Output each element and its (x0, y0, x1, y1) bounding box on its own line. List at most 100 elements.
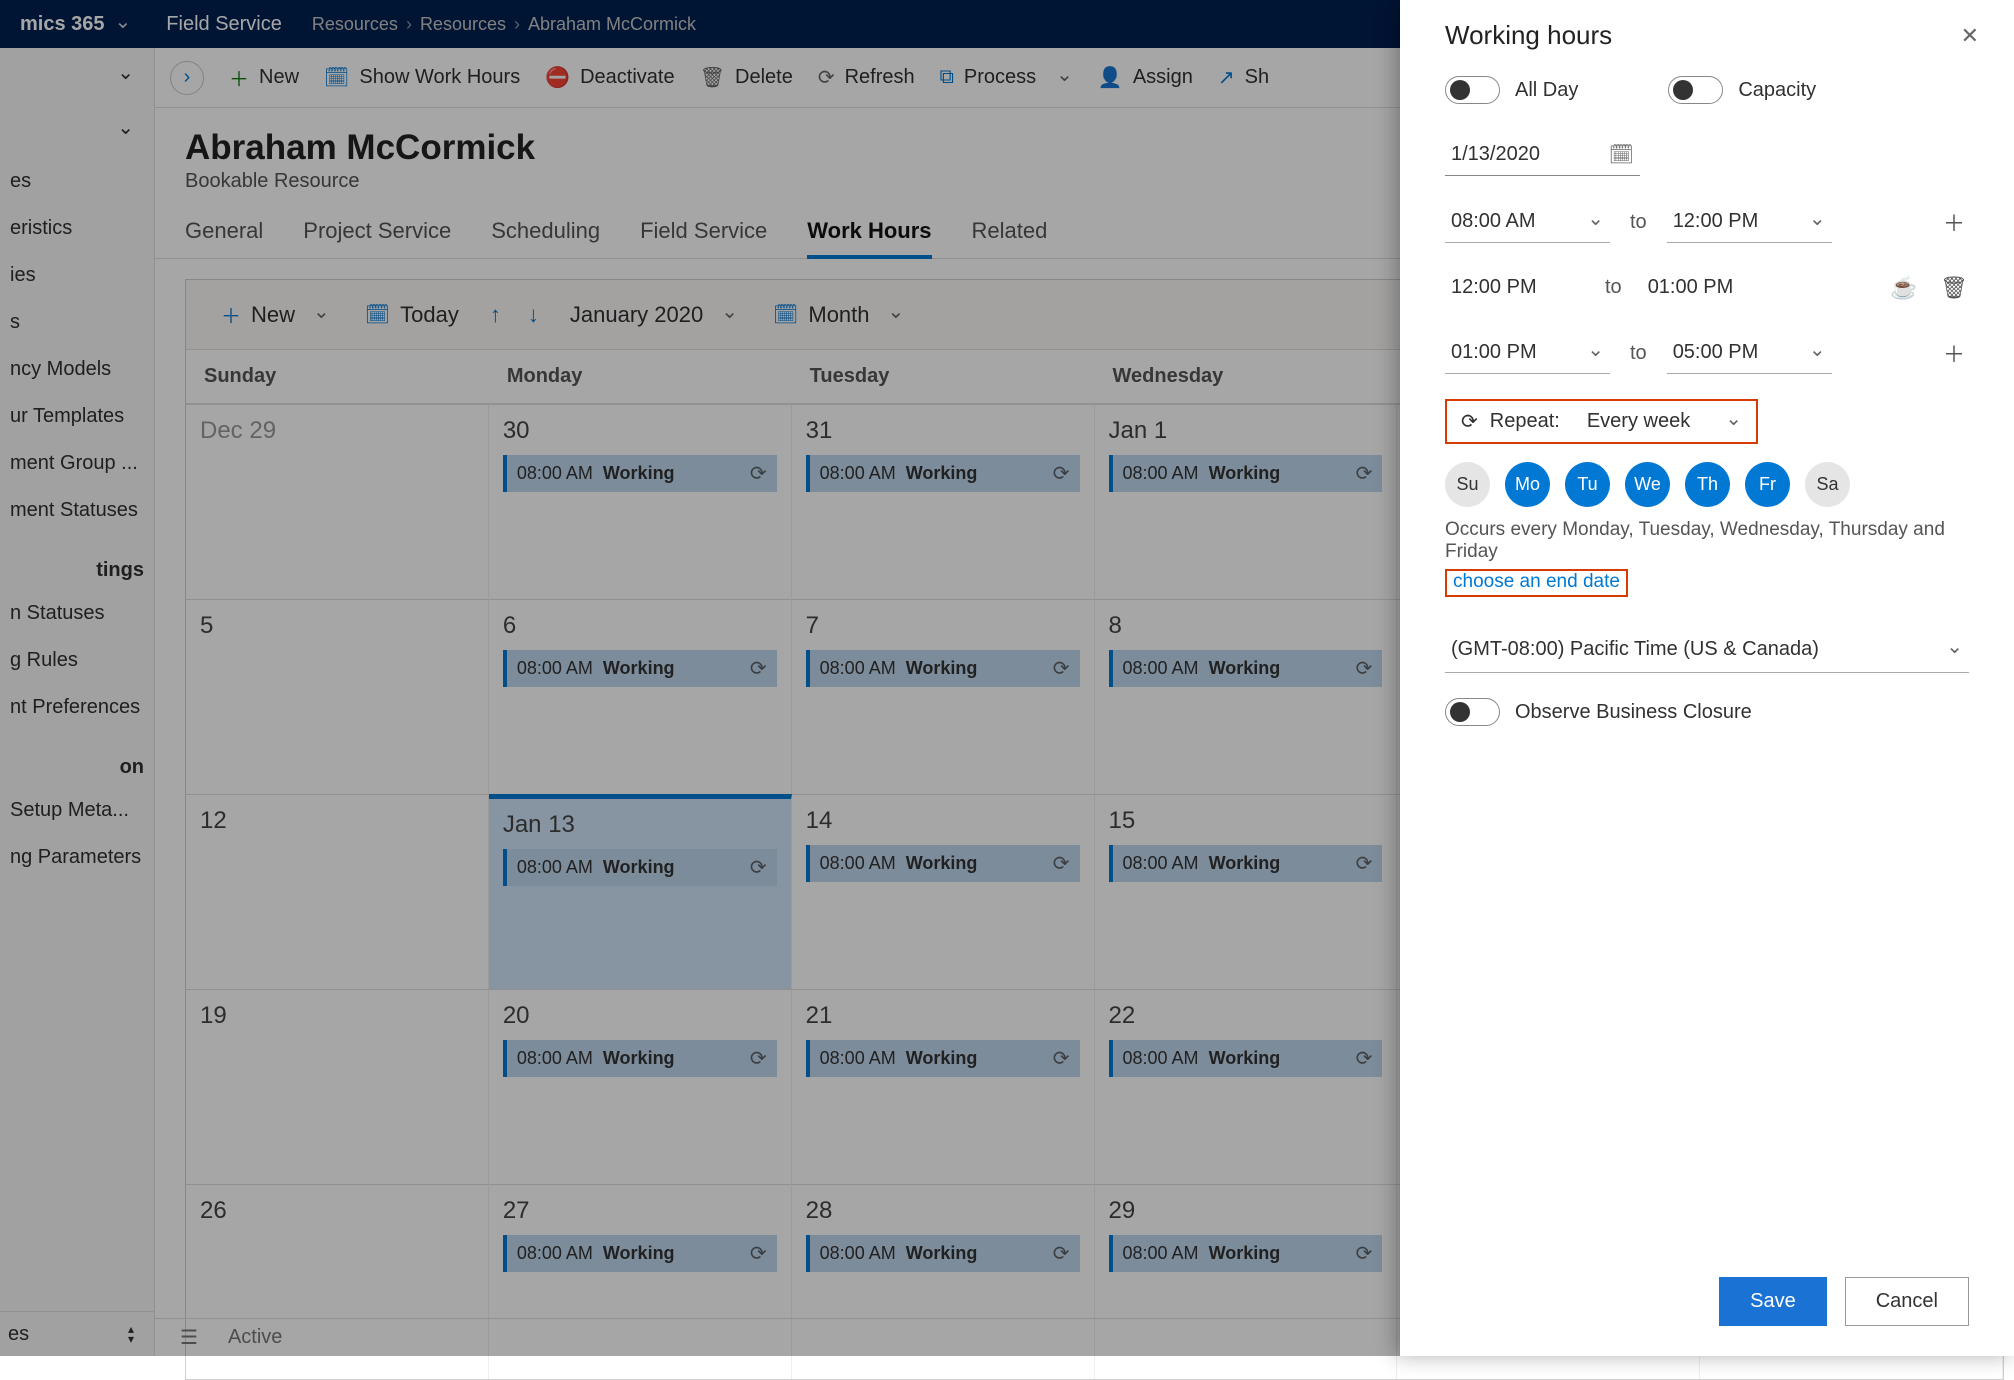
add-slot-button[interactable]: ＋ (1939, 206, 1969, 238)
sidebar-item[interactable]: n Statuses (0, 590, 154, 637)
tab-work-hours[interactable]: Work Hours (807, 218, 931, 258)
calendar-event[interactable]: 08:00 AMWorking⟳ (503, 849, 777, 886)
calendar-cell[interactable]: 608:00 AMWorking⟳ (489, 599, 792, 794)
share-button[interactable]: ↗Sh (1218, 65, 1269, 90)
calendar-event[interactable]: 08:00 AMWorking⟳ (1109, 455, 1383, 492)
calendar-event[interactable]: 08:00 AMWorking⟳ (1109, 845, 1383, 882)
time-from-select[interactable]: 01:00 PM (1445, 332, 1610, 374)
calendar-cell[interactable]: 12 (186, 794, 489, 989)
next-month-button[interactable]: ↓ (522, 302, 545, 328)
day-chip-mo[interactable]: Mo (1505, 462, 1550, 507)
back-button[interactable]: › (170, 61, 204, 95)
date-input[interactable]: 1/13/2020 🗓 (1445, 134, 1640, 176)
refresh-button[interactable]: ⟳Refresh (818, 65, 915, 90)
calendar-cell[interactable]: 3008:00 AMWorking⟳ (489, 404, 792, 599)
calendar-cell[interactable]: Jan 1308:00 AMWorking⟳ (489, 794, 792, 989)
deactivate-button[interactable]: ⛔Deactivate (545, 65, 674, 90)
calendar-event[interactable]: 08:00 AMWorking⟳ (1109, 1040, 1383, 1077)
tab-general[interactable]: General (185, 218, 263, 258)
time-to-select[interactable]: 12:00 PM (1667, 201, 1832, 243)
calendar-event[interactable]: 08:00 AMWorking⟳ (806, 455, 1080, 492)
prev-month-button[interactable]: ↑ (484, 302, 507, 328)
choose-end-date-link[interactable]: choose an end date (1445, 569, 1628, 597)
breadcrumb-item[interactable]: Abraham McCormick (528, 14, 696, 35)
calendar-cell[interactable]: 3108:00 AMWorking⟳ (792, 404, 1095, 599)
calendar-cell[interactable]: 808:00 AMWorking⟳ (1095, 599, 1398, 794)
sidebar-dropdown[interactable] (0, 103, 154, 158)
calendar-event[interactable]: 08:00 AMWorking⟳ (806, 1235, 1080, 1272)
timezone-select[interactable]: (GMT-08:00) Pacific Time (US & Canada) (1445, 627, 1969, 673)
calendar-event[interactable]: 08:00 AMWorking⟳ (503, 1235, 777, 1272)
calendar-event[interactable]: 08:00 AMWorking⟳ (806, 1040, 1080, 1077)
capacity-toggle[interactable] (1668, 76, 1723, 104)
show-work-hours-button[interactable]: 🗓Show Work Hours (324, 65, 520, 90)
calendar-today-button[interactable]: 🗓Today (355, 296, 469, 334)
sidebar-item[interactable]: es (0, 158, 154, 205)
calendar-event[interactable]: 08:00 AMWorking⟳ (1109, 650, 1383, 687)
calendar-cell[interactable]: 708:00 AMWorking⟳ (792, 599, 1095, 794)
status-icon[interactable]: ☰ (180, 1325, 198, 1350)
sidebar-item[interactable]: nt Preferences (0, 684, 154, 731)
calendar-event[interactable]: 08:00 AMWorking⟳ (806, 845, 1080, 882)
sidebar-item[interactable]: Setup Meta... (0, 787, 154, 834)
delete-button[interactable]: 🗑Delete (700, 65, 793, 90)
brand-chevron-icon[interactable] (115, 12, 132, 37)
calendar-cell[interactable]: Dec 29 (186, 404, 489, 599)
sidebar-item[interactable]: ur Templates (0, 393, 154, 440)
sidebar-dropdown[interactable] (0, 48, 154, 103)
calendar-cell[interactable]: 2008:00 AMWorking⟳ (489, 989, 792, 1184)
sidebar-item[interactable]: ncy Models (0, 346, 154, 393)
cancel-button[interactable]: Cancel (1845, 1277, 1969, 1326)
delete-slot-button[interactable]: 🗑 (1939, 275, 1969, 301)
sidebar-item[interactable]: s (0, 299, 154, 346)
process-button[interactable]: ⧉Process (940, 65, 1073, 90)
sidebar-footer[interactable]: es ▴▾ (0, 1311, 154, 1356)
save-button[interactable]: Save (1719, 1277, 1827, 1326)
sidebar-item[interactable]: ies (0, 252, 154, 299)
day-chip-fr[interactable]: Fr (1745, 462, 1790, 507)
calendar-event[interactable]: 08:00 AMWorking⟳ (806, 650, 1080, 687)
calendar-cell[interactable]: 1508:00 AMWorking⟳ (1095, 794, 1398, 989)
calendar-event[interactable]: 08:00 AMWorking⟳ (503, 650, 777, 687)
day-chip-we[interactable]: We (1625, 462, 1670, 507)
tab-project-service[interactable]: Project Service (303, 218, 451, 258)
time-from-select[interactable]: 12:00 PM (1445, 268, 1585, 307)
sidebar-item[interactable]: ment Statuses (0, 487, 154, 534)
sidebar-item[interactable]: eristics (0, 205, 154, 252)
sidebar-item[interactable]: ng Parameters (0, 834, 154, 881)
calendar-event[interactable]: 08:00 AMWorking⟳ (1109, 1235, 1383, 1272)
tab-scheduling[interactable]: Scheduling (491, 218, 600, 258)
calendar-cell[interactable]: 5 (186, 599, 489, 794)
day-chip-sa[interactable]: Sa (1805, 462, 1850, 507)
calendar-cell[interactable]: 19 (186, 989, 489, 1184)
sidebar-item[interactable]: ment Group ... (0, 440, 154, 487)
calendar-new-button[interactable]: ＋New (211, 294, 340, 335)
module-name[interactable]: Field Service (166, 13, 282, 36)
assign-button[interactable]: 👤Assign (1098, 65, 1193, 90)
repeat-selector[interactable]: ⟳ Repeat: Every week (1445, 399, 1758, 444)
time-to-select[interactable]: 01:00 PM (1642, 268, 1782, 307)
add-slot-button[interactable]: ＋ (1939, 337, 1969, 369)
time-to-select[interactable]: 05:00 PM (1667, 332, 1832, 374)
breadcrumb-item[interactable]: Resources (312, 14, 398, 35)
view-picker[interactable]: 🗓Month (763, 296, 914, 334)
tab-field-service[interactable]: Field Service (640, 218, 767, 258)
day-chip-th[interactable]: Th (1685, 462, 1730, 507)
calendar-cell[interactable]: 1408:00 AMWorking⟳ (792, 794, 1095, 989)
sidebar-item[interactable]: g Rules (0, 637, 154, 684)
time-from-select[interactable]: 08:00 AM (1445, 201, 1610, 243)
calendar-cell[interactable]: Jan 108:00 AMWorking⟳ (1095, 404, 1398, 599)
close-button[interactable]: ✕ (1961, 23, 1979, 49)
calendar-cell[interactable]: 2108:00 AMWorking⟳ (792, 989, 1095, 1184)
day-chip-tu[interactable]: Tu (1565, 462, 1610, 507)
observe-closure-toggle[interactable] (1445, 698, 1500, 726)
all-day-toggle[interactable] (1445, 76, 1500, 104)
calendar-cell[interactable]: 2208:00 AMWorking⟳ (1095, 989, 1398, 1184)
day-chip-su[interactable]: Su (1445, 462, 1490, 507)
new-button[interactable]: ＋New (229, 63, 299, 92)
tab-related[interactable]: Related (972, 218, 1048, 258)
calendar-event[interactable]: 08:00 AMWorking⟳ (503, 455, 777, 492)
breadcrumb-item[interactable]: Resources (420, 14, 506, 35)
calendar-event[interactable]: 08:00 AMWorking⟳ (503, 1040, 777, 1077)
month-picker[interactable]: January 2020 (560, 296, 748, 334)
